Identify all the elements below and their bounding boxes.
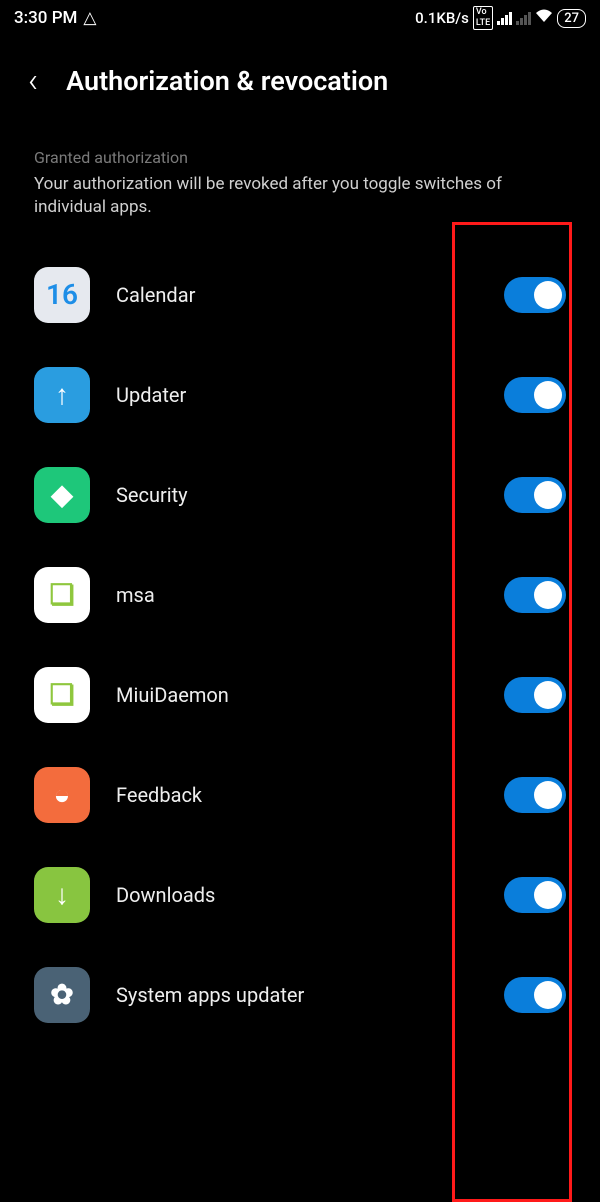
feedback-icon: ◒ xyxy=(34,767,90,823)
msa-icon: ❏ xyxy=(34,567,90,623)
toggle-switch[interactable] xyxy=(504,977,566,1013)
app-label: Downloads xyxy=(116,883,478,907)
app-label: System apps updater xyxy=(116,983,478,1007)
triangle-icon: △ xyxy=(83,8,96,28)
toggle-switch[interactable] xyxy=(504,377,566,413)
wifi-icon xyxy=(535,9,553,27)
toggle-switch[interactable] xyxy=(504,877,566,913)
miuidaemon-icon: ❏ xyxy=(34,667,90,723)
app-list: 16 Calendar ↑ Updater ◆ Security ❏ msa ❏… xyxy=(0,227,600,1045)
list-item[interactable]: ❏ MiuiDaemon xyxy=(0,645,600,745)
status-time: 3:30 PM xyxy=(14,8,77,28)
list-item[interactable]: 16 Calendar xyxy=(0,245,600,345)
section-label: Granted authorization xyxy=(34,148,566,167)
app-label: msa xyxy=(116,583,478,607)
signal-icon xyxy=(497,11,512,25)
list-item[interactable]: ◆ Security xyxy=(0,445,600,545)
section-header: Granted authorization Your authorization… xyxy=(0,116,600,227)
toggle-switch[interactable] xyxy=(504,777,566,813)
updater-icon: ↑ xyxy=(34,367,90,423)
app-label: Updater xyxy=(116,383,478,407)
list-item[interactable]: ❏ msa xyxy=(0,545,600,645)
downloads-icon: ↓ xyxy=(34,867,90,923)
calendar-icon: 16 xyxy=(34,267,90,323)
battery-icon: 27 xyxy=(557,9,586,28)
signal-icon-sim2 xyxy=(516,11,531,25)
security-icon: ◆ xyxy=(34,467,90,523)
system-apps-updater-icon: ✿ xyxy=(34,967,90,1023)
page-header: ‹ Authorization & revocation xyxy=(0,36,600,116)
list-item[interactable]: ✿ System apps updater xyxy=(0,945,600,1045)
list-item[interactable]: ↓ Downloads xyxy=(0,845,600,945)
toggle-switch[interactable] xyxy=(504,277,566,313)
list-item[interactable]: ◒ Feedback xyxy=(0,745,600,845)
app-label: MiuiDaemon xyxy=(116,683,478,707)
app-label: Calendar xyxy=(116,283,478,307)
app-label: Feedback xyxy=(116,783,478,807)
back-icon[interactable]: ‹ xyxy=(28,64,38,98)
status-datarate: 0.1KB/s xyxy=(415,9,469,27)
page-title: Authorization & revocation xyxy=(66,65,388,97)
toggle-switch[interactable] xyxy=(504,677,566,713)
toggle-switch[interactable] xyxy=(504,477,566,513)
toggle-switch[interactable] xyxy=(504,577,566,613)
volte-icon: VoLTE xyxy=(473,6,493,30)
section-description: Your authorization will be revoked after… xyxy=(34,173,566,219)
list-item[interactable]: ↑ Updater xyxy=(0,345,600,445)
app-label: Security xyxy=(116,483,478,507)
status-bar: 3:30 PM △ 0.1KB/s VoLTE 27 xyxy=(0,0,600,36)
